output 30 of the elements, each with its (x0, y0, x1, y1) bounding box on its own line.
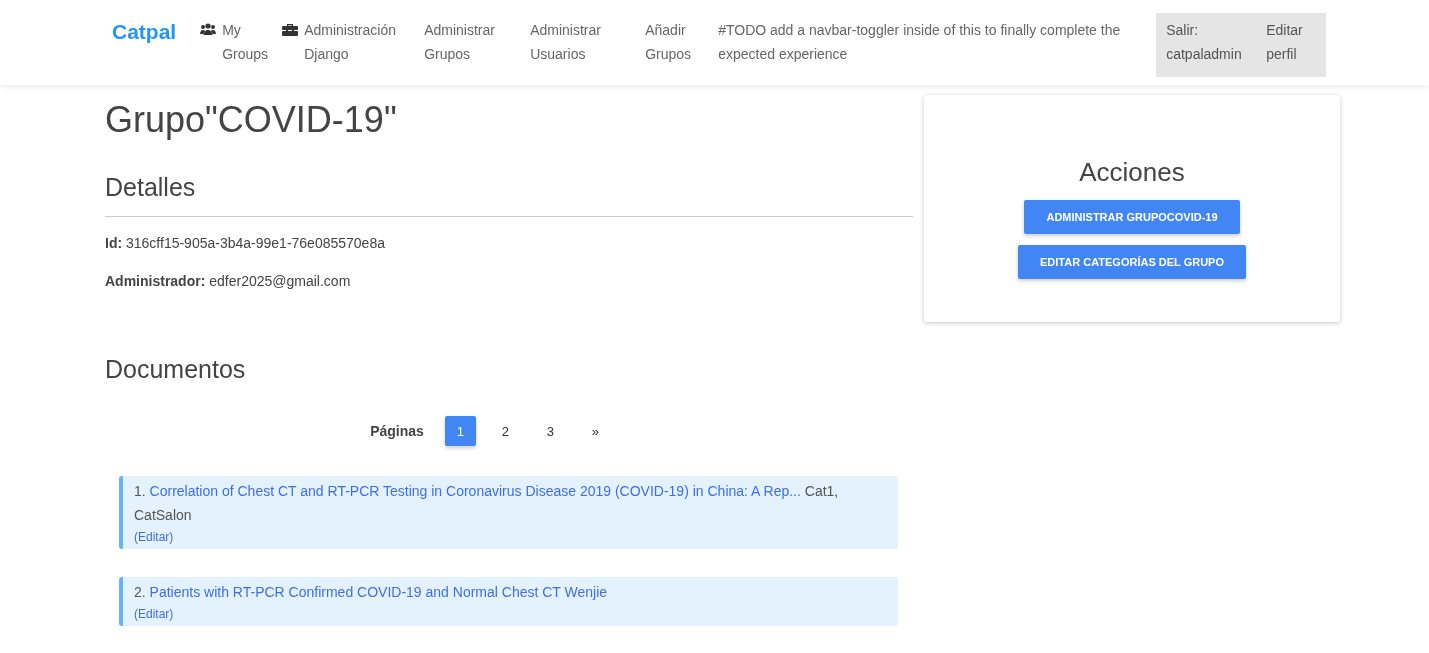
user-link[interactable]: Salir: catpaladmin (1162, 13, 1263, 77)
section-heading: Detalles (105, 173, 913, 217)
card-title: Acciones (1079, 157, 1185, 188)
edit-link[interactable]: (Editar) (134, 607, 174, 621)
nav-link[interactable]: Administrar Usuarios (520, 14, 636, 70)
section-heading: Documentos (105, 355, 247, 384)
page-button[interactable]: 2 (489, 416, 521, 446)
brand-link[interactable]: Catpal (112, 20, 177, 44)
page-button[interactable]: 1 (444, 416, 476, 446)
page-button[interactable]: 3 (534, 416, 566, 446)
document-entry: 1. Correlation of Chest CT and RT-PCR Testing in Coronavirus Disease 2019 (COVID-19) in China: A Rep... Cat1, CatSalon (134, 482, 840, 525)
document-link[interactable]: Correlation of Chest CT and RT-PCR Testing in Coronavirus Disease 2019 (COVID-19) in China: A Rep... (149, 483, 801, 499)
detail-field: Id: 316cff15-905a-3b4a-99e1-76e085570e8a (105, 235, 913, 251)
action-button[interactable]: ADMINISTRAR GRUPOCOVID-19 (1024, 200, 1240, 234)
detail-field: Administrador: edfer2025@gmail.com (105, 273, 913, 289)
nav-link[interactable]: My Groups (190, 14, 273, 70)
todo-note: #TODO add a navbar-toggler inside of this to finally complete the expected experience (717, 21, 1122, 64)
users-icon (200, 23, 217, 36)
document-link[interactable]: Patients with RT-PCR Confirmed COVID-19 and Normal Chest CT Wenjie (149, 584, 608, 600)
nav-link[interactable]: Añadir Grupos (635, 14, 711, 70)
edit-link[interactable]: (Editar) (134, 530, 174, 544)
document-entry: 2. Patients with RT-PCR Confirmed COVID-19 and Normal Chest CT Wenjie (134, 583, 609, 602)
action-button[interactable]: EDITAR CATEGORÍAS DEL GRUPO (1018, 245, 1246, 279)
user-link[interactable]: Editar perfil (1262, 13, 1321, 77)
page-title: Grupo"COVID-19" (105, 99, 398, 141)
toolbox-icon (282, 23, 299, 36)
nav-link[interactable]: Administración Django (272, 14, 415, 70)
page-button[interactable]: » (579, 416, 611, 446)
nav-link[interactable]: Administrar Grupos (414, 14, 521, 70)
pagination-label: Páginas (370, 423, 424, 439)
